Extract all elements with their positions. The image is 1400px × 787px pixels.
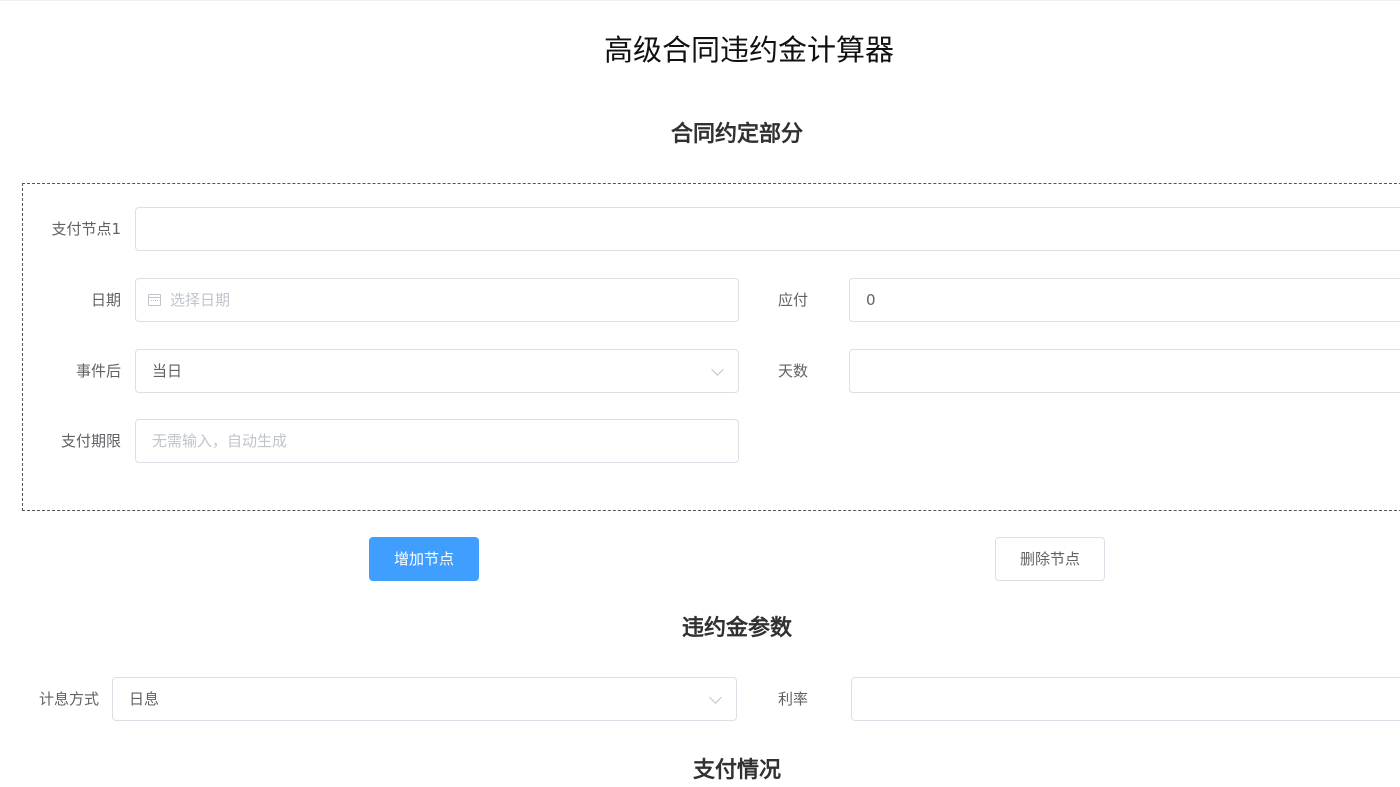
contract-section-title: 合同约定部分 — [670, 122, 803, 147]
rate-input[interactable] — [851, 677, 1400, 721]
page-title: 高级合同违约金计算器 — [603, 33, 894, 67]
payment-section-title: 支付情况 — [692, 758, 781, 783]
add-node-button[interactable]: 增加节点 — [369, 537, 479, 581]
deadline-label: 支付期限 — [60, 432, 121, 450]
deadline-input[interactable]: 无需输入，自动生成 — [135, 419, 739, 463]
date-label: 日期 — [90, 291, 121, 309]
node-name-label: 支付节点1 — [51, 220, 121, 238]
payable-input[interactable]: 0 — [849, 278, 1400, 322]
event-after-label: 事件后 — [75, 362, 121, 380]
chevron-down-icon — [709, 691, 722, 704]
deadline-placeholder: 无需输入，自动生成 — [152, 432, 288, 450]
penalty-section-title: 违约金参数 — [681, 616, 792, 641]
top-divider — [0, 0, 1400, 1]
rate-label: 利率 — [778, 690, 809, 708]
interest-method-select[interactable]: 日息 — [112, 677, 737, 721]
chevron-down-icon — [711, 363, 724, 376]
interest-method-label: 计息方式 — [38, 690, 99, 708]
date-picker[interactable]: 选择日期 — [135, 278, 739, 322]
node-name-input[interactable] — [135, 207, 1400, 251]
payable-label: 应付 — [778, 291, 809, 309]
interest-method-value: 日息 — [129, 690, 160, 708]
event-after-select[interactable]: 当日 — [135, 349, 739, 393]
event-after-value: 当日 — [152, 362, 183, 380]
date-placeholder: 选择日期 — [170, 291, 231, 309]
days-input[interactable] — [849, 349, 1400, 393]
calendar-icon — [148, 294, 161, 306]
delete-node-button[interactable]: 删除节点 — [995, 537, 1105, 581]
days-label: 天数 — [778, 362, 809, 380]
payable-value: 0 — [866, 291, 876, 309]
